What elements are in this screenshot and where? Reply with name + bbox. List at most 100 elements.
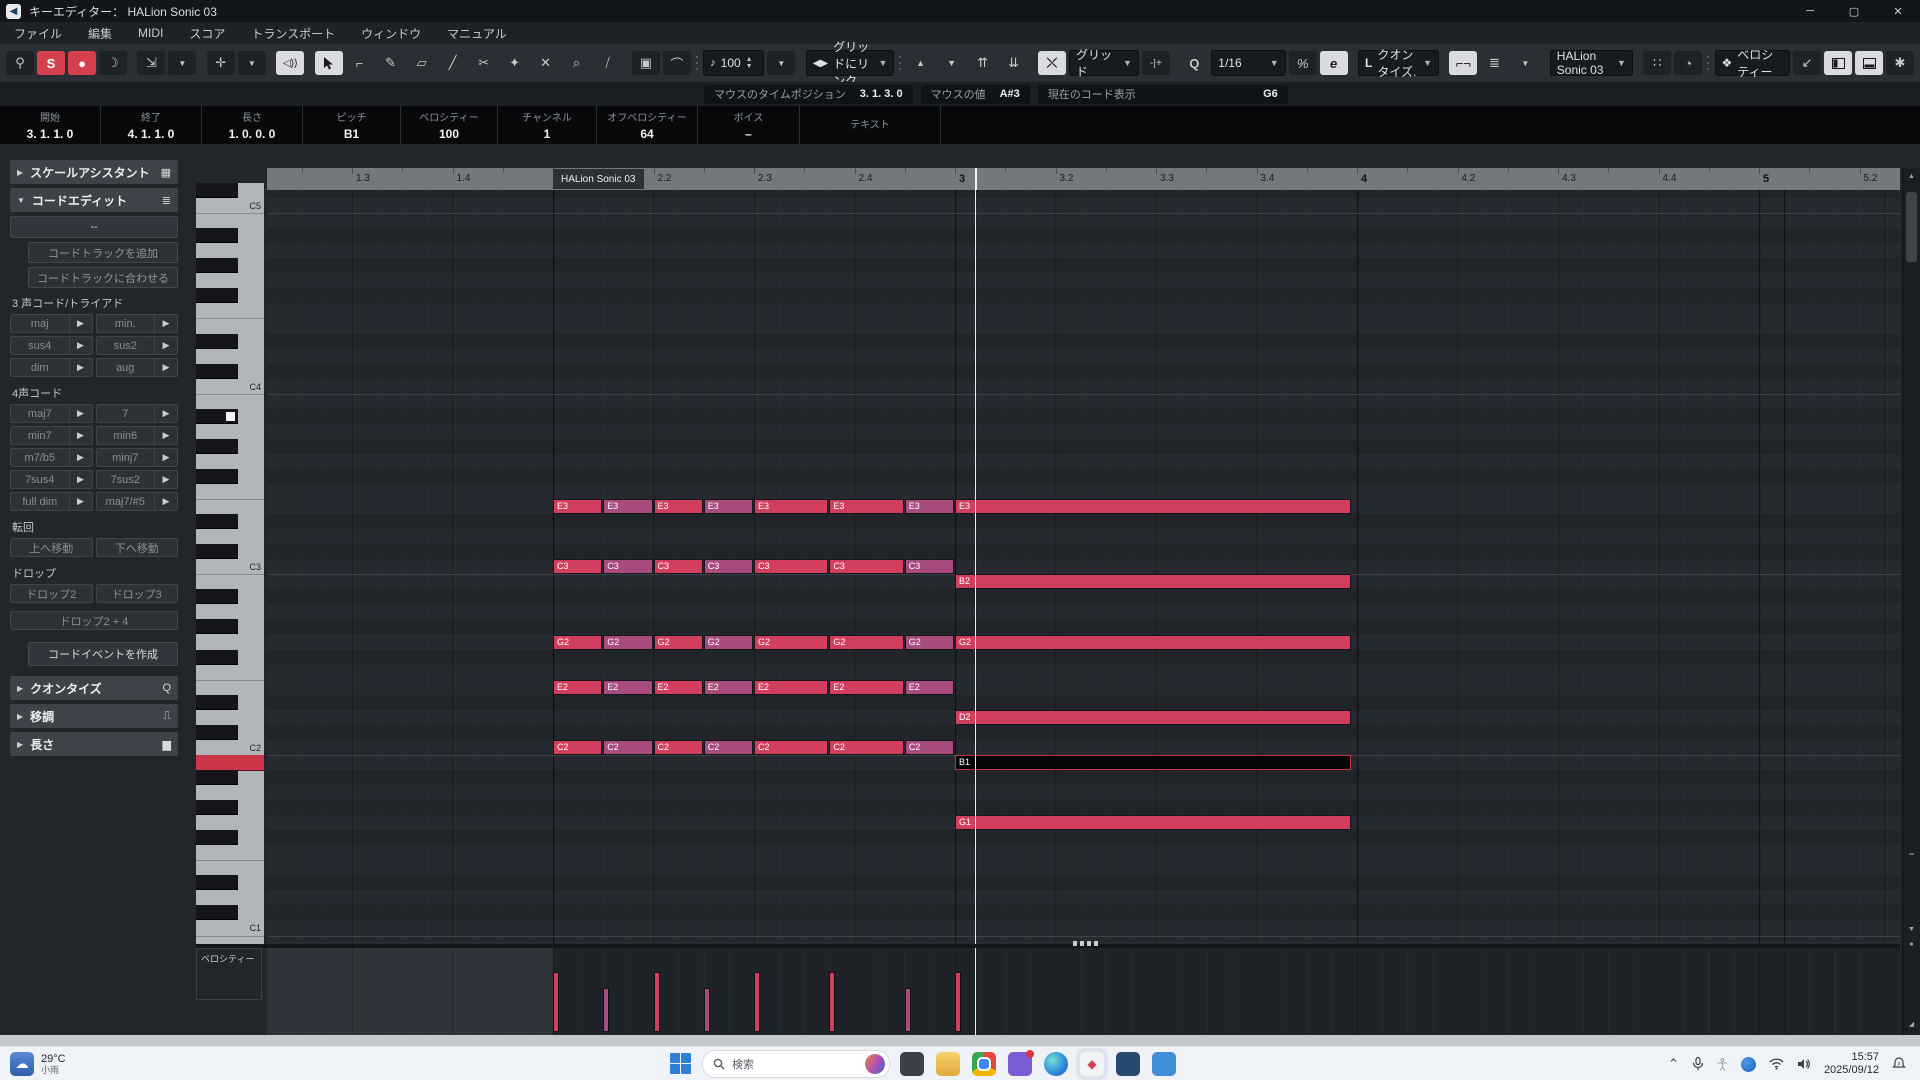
playhead-line[interactable] bbox=[975, 948, 976, 1035]
velocity-bar[interactable] bbox=[905, 988, 911, 1032]
menu-item-0[interactable]: ファイル bbox=[14, 25, 62, 42]
triad-aug[interactable]: aug▶ bbox=[96, 358, 179, 377]
note-E2-4[interactable]: E2 bbox=[553, 680, 602, 695]
panel-transpose[interactable]: ▶移調⎍ bbox=[10, 704, 178, 728]
event-color-dropdown[interactable]: ❖ ベロシティー bbox=[1715, 50, 1790, 76]
piano-key-Ds4[interactable] bbox=[196, 334, 238, 349]
piano-keyboard[interactable]: C5C4C3C2C1 bbox=[196, 183, 264, 945]
scrollbar-handle[interactable] bbox=[1906, 192, 1917, 262]
start-button[interactable] bbox=[670, 1053, 692, 1075]
taskbar-app-cubase[interactable]: ◆ bbox=[1080, 1052, 1104, 1076]
chord-arpeggio-arrow[interactable]: ▶ bbox=[154, 405, 177, 422]
panel-scale-assistant[interactable]: ▶スケールアシスタント▦ bbox=[10, 160, 178, 184]
piano-key-Gs2[interactable] bbox=[196, 619, 238, 634]
piano-key-Cs2[interactable] bbox=[196, 725, 238, 740]
chord-arpeggio-arrow[interactable]: ▶ bbox=[154, 493, 177, 510]
part-crosshair-icon[interactable]: ✛ bbox=[207, 51, 235, 75]
menu-item-3[interactable]: スコア bbox=[189, 25, 225, 42]
close-button[interactable]: ✕ bbox=[1876, 0, 1920, 22]
chord-arpeggio-arrow[interactable]: ▶ bbox=[154, 359, 177, 376]
info-field-4[interactable]: ベロシティー100 bbox=[401, 106, 498, 144]
acoustic-feedback-icon[interactable]: ☽ bbox=[99, 51, 127, 75]
object-selection-tool[interactable] bbox=[315, 51, 343, 75]
menu-item-4[interactable]: トランスポート bbox=[251, 25, 335, 42]
note-D2-8[interactable]: D2 bbox=[955, 710, 1351, 725]
triad-maj[interactable]: maj▶ bbox=[10, 314, 93, 333]
note-G2-5[interactable]: G2 bbox=[654, 635, 703, 650]
note-E2-4.5[interactable]: E2 bbox=[603, 680, 652, 695]
move-up-octave-icon[interactable]: ⇈ bbox=[969, 51, 997, 75]
note-C3-4.5[interactable]: C3 bbox=[603, 559, 652, 574]
corner-grip-icon[interactable]: ◢ bbox=[1905, 1018, 1918, 1030]
note-G2-4.5[interactable]: G2 bbox=[603, 635, 652, 650]
chord-arpeggio-arrow[interactable]: ▶ bbox=[69, 315, 92, 332]
note-C3-5[interactable]: C3 bbox=[654, 559, 703, 574]
note-E3-7.5[interactable]: E3 bbox=[905, 499, 954, 514]
taskbar-app-file-explorer[interactable] bbox=[936, 1052, 960, 1076]
lane-resize-handle[interactable] bbox=[1073, 941, 1101, 946]
playhead-line[interactable] bbox=[975, 190, 976, 944]
note-C2-4[interactable]: C2 bbox=[553, 740, 602, 755]
create-chord-event-button[interactable]: コードイベントを作成 bbox=[28, 642, 178, 666]
chord-display-button[interactable]: -- bbox=[10, 216, 178, 238]
note-E3-4[interactable]: E3 bbox=[553, 499, 602, 514]
zoom-handle-icon[interactable]: ═ bbox=[1905, 848, 1918, 860]
snap-toggle-icon[interactable]: ⤬ bbox=[1038, 51, 1066, 75]
drop-button-0[interactable]: ドロップ2 bbox=[10, 584, 93, 603]
tetrad-maj75[interactable]: maj7/#5▶ bbox=[96, 492, 179, 511]
chord-arpeggio-arrow[interactable]: ▶ bbox=[154, 337, 177, 354]
zoom-tool[interactable]: ⌕ bbox=[563, 51, 591, 75]
menu-item-1[interactable]: 編集 bbox=[88, 25, 112, 42]
note-C3-6[interactable]: C3 bbox=[754, 559, 828, 574]
piano-key-As1[interactable] bbox=[196, 770, 238, 785]
scroll-down-icon[interactable]: ▼ bbox=[1905, 923, 1918, 935]
show-part-borders-icon[interactable]: ⌐¬ bbox=[1449, 51, 1477, 75]
panel-quantize[interactable]: ▶クオンタイズQ bbox=[10, 676, 178, 700]
chord-arpeggio-arrow[interactable]: ▶ bbox=[154, 471, 177, 488]
tetrad-7sus2[interactable]: 7sus2▶ bbox=[96, 470, 179, 489]
info-field-8[interactable]: テキスト bbox=[800, 106, 941, 144]
velocity-stepper[interactable]: ▲▼ bbox=[746, 56, 753, 70]
chord-arpeggio-arrow[interactable]: ▶ bbox=[154, 315, 177, 332]
volume-icon[interactable] bbox=[1797, 1058, 1811, 1070]
note-E2-5[interactable]: E2 bbox=[654, 680, 703, 695]
tetrad-min6[interactable]: min6▶ bbox=[96, 426, 179, 445]
note-B1-8[interactable]: B1 bbox=[955, 755, 1351, 770]
pin-icon[interactable]: ⚲ bbox=[6, 51, 34, 75]
chord-arpeggio-arrow[interactable]: ▶ bbox=[69, 471, 92, 488]
velocity-bar[interactable] bbox=[754, 972, 760, 1032]
tetrad-m7b5[interactable]: m7/b5▶ bbox=[10, 448, 93, 467]
length-quantize-dropdown[interactable]: L クオンタイズ. ▼ bbox=[1358, 50, 1439, 76]
triad-sus2[interactable]: sus2▶ bbox=[96, 336, 179, 355]
note-C2-5.5[interactable]: C2 bbox=[704, 740, 753, 755]
record-button[interactable]: ● bbox=[68, 51, 96, 75]
velocity-bar[interactable] bbox=[553, 972, 559, 1032]
move-up-icon[interactable]: ▲ bbox=[907, 51, 935, 75]
glue-tool[interactable]: ✦ bbox=[501, 51, 529, 75]
line-tool[interactable]: ⧸ bbox=[594, 51, 622, 75]
accessibility-icon[interactable] bbox=[1717, 1058, 1728, 1071]
grid-type-dropdown[interactable]: グリッド ▼ bbox=[1069, 50, 1139, 76]
knife-tool[interactable]: ╱ bbox=[439, 51, 467, 75]
note-C3-7.5[interactable]: C3 bbox=[905, 559, 954, 574]
note-C3-4[interactable]: C3 bbox=[553, 559, 602, 574]
note-E2-7.5[interactable]: E2 bbox=[905, 680, 954, 695]
menu-item-2[interactable]: MIDI bbox=[138, 26, 163, 40]
note-B2-8[interactable]: B2 bbox=[955, 574, 1351, 589]
taskbar-app-app-blue[interactable] bbox=[1152, 1052, 1176, 1076]
taskbar-app-task-view[interactable] bbox=[900, 1052, 924, 1076]
note-G2-6[interactable]: G2 bbox=[754, 635, 828, 650]
midi-input-icon[interactable]: ◔ bbox=[1674, 51, 1702, 75]
maximize-button[interactable]: ▢ bbox=[1832, 0, 1876, 22]
panel-length[interactable]: ▶長さ▆ bbox=[10, 732, 178, 756]
inversion-button-1[interactable]: 下へ移動 bbox=[96, 538, 179, 557]
chord-arpeggio-arrow[interactable]: ▶ bbox=[69, 405, 92, 422]
info-field-2[interactable]: 長さ1. 0. 0. 0 bbox=[202, 106, 303, 144]
taskbar-app-app-dark[interactable] bbox=[1116, 1052, 1140, 1076]
chord-arpeggio-arrow[interactable]: ▶ bbox=[69, 427, 92, 444]
velocity-bar[interactable] bbox=[955, 972, 961, 1032]
wifi-icon[interactable] bbox=[1769, 1058, 1784, 1070]
piano-key-Fs3[interactable] bbox=[196, 469, 238, 484]
piano-key-Cs1[interactable] bbox=[196, 905, 238, 920]
info-field-1[interactable]: 終了4. 1. 1. 0 bbox=[101, 106, 202, 144]
